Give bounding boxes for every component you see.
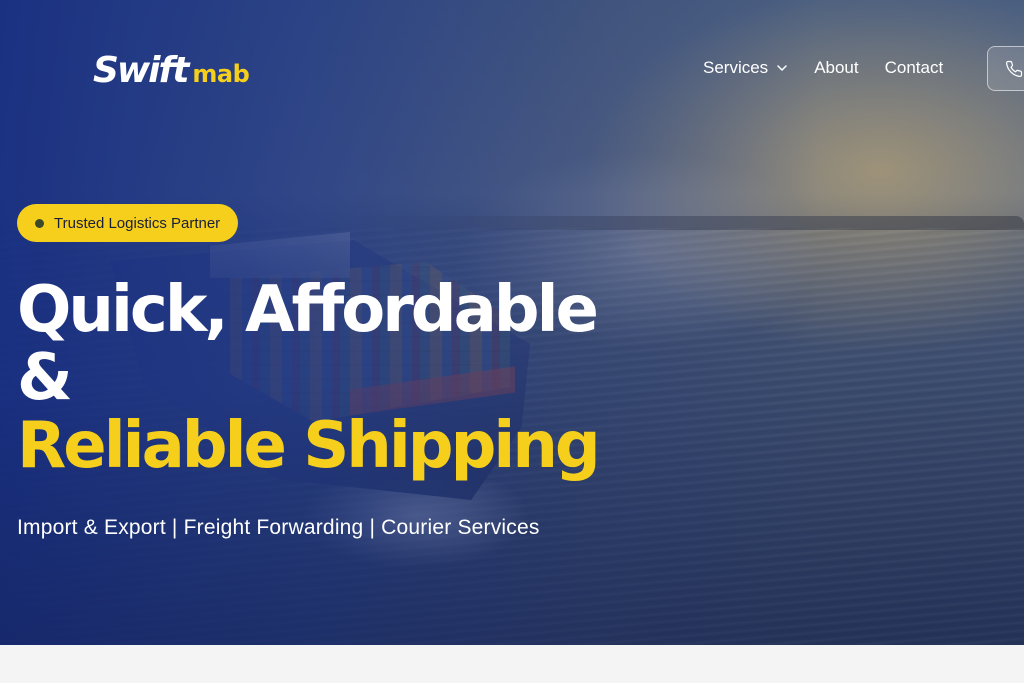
- main-nav: Services About Contact: [703, 58, 943, 78]
- phone-button[interactable]: [987, 46, 1024, 91]
- headline-line-1: Quick, Affordable: [17, 273, 599, 347]
- hero-headline: Quick, Affordable & Reliable Shipping: [17, 273, 601, 483]
- trusted-badge: Trusted Logistics Partner: [17, 204, 239, 242]
- nav-item-contact[interactable]: Contact: [885, 58, 944, 78]
- logo-main-text: Swift: [93, 50, 189, 91]
- chevron-down-icon: [777, 65, 787, 71]
- hero-subtitle: Import & Export | Freight Forwarding | C…: [17, 516, 540, 539]
- nav-label-services: Services: [703, 58, 769, 77]
- badge-dot-icon: [35, 218, 44, 228]
- headline-line-2: &: [17, 341, 73, 415]
- logo-sub-text: mab: [192, 60, 250, 88]
- badge-text: Trusted Logistics Partner: [54, 214, 221, 232]
- nav-item-services[interactable]: Services: [703, 58, 788, 78]
- phone-icon: [1005, 60, 1023, 78]
- nav-item-about[interactable]: About: [814, 58, 858, 78]
- next-section: [0, 645, 1024, 683]
- logo[interactable]: Swift mab: [93, 50, 250, 91]
- headline-line-3: Reliable Shipping: [17, 409, 601, 483]
- hero-section: Swift mab Services About Contact Trusted…: [0, 0, 1024, 645]
